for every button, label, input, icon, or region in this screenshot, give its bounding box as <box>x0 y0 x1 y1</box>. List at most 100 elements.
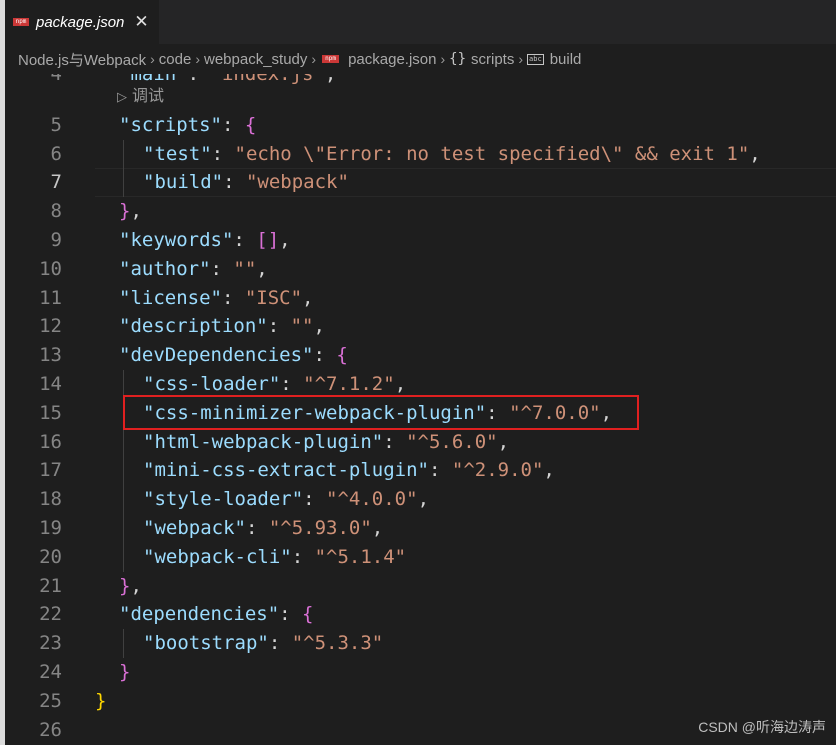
code-token: "index.js" <box>210 74 325 85</box>
code-line[interactable]: 7 "build": "webpack" <box>5 168 836 198</box>
code-token: : <box>313 344 337 367</box>
code-line[interactable]: 8}, <box>5 197 836 226</box>
code-token: "html-webpack-plugin" <box>143 430 384 453</box>
code-token: "" <box>290 315 314 338</box>
code-token: , <box>394 373 407 395</box>
code-token: "test" <box>143 142 212 165</box>
code-line[interactable]: 25} <box>5 687 836 716</box>
line-number: 18 <box>39 488 62 511</box>
code-line[interactable]: 11 "license": "ISC", <box>5 284 836 313</box>
code-token: : <box>303 488 327 511</box>
code-token: "dependencies" <box>119 603 280 626</box>
code-line[interactable]: 19 "webpack": "^5.93.0", <box>5 514 836 543</box>
code-token: "main" <box>119 74 188 85</box>
code-token: , <box>497 430 510 453</box>
line-number: 23 <box>39 632 62 655</box>
indent-guide <box>123 139 124 169</box>
code-text: "description": "", <box>119 312 325 341</box>
line-number: 17 <box>39 459 62 482</box>
code-text: "html-webpack-plugin": "^5.6.0", <box>143 428 509 457</box>
indent-guide <box>123 427 124 457</box>
code-text: } <box>119 658 130 687</box>
code-text: "build": "webpack" <box>143 168 349 197</box>
code-token: "" <box>233 257 257 280</box>
code-line[interactable]: 12 "description": "", <box>5 312 836 341</box>
code-token: , <box>543 459 555 482</box>
line-number: 9 <box>50 229 62 251</box>
code-token: "devDependencies" <box>119 344 314 367</box>
line-number: 20 <box>39 545 62 568</box>
line-number: 8 <box>50 200 62 223</box>
code-line[interactable]: 20 "webpack-cli": "^5.1.4" <box>5 542 836 572</box>
line-number: 13 <box>39 344 62 367</box>
debug-codelens-label: 调试 <box>132 88 165 105</box>
code-token: { <box>302 603 314 626</box>
code-line[interactable]: 22 "dependencies": { <box>5 600 836 629</box>
close-icon[interactable]: ✕ <box>134 12 148 32</box>
code-token: , <box>302 286 314 309</box>
code-text: "devDependencies": { <box>119 341 348 370</box>
npm-icon: npm <box>13 18 29 26</box>
debug-codelens[interactable]: ▷ 调试 <box>117 86 164 108</box>
line-number: 25 <box>39 689 62 712</box>
code-token: } <box>119 661 131 683</box>
code-line[interactable]: 5 "scripts": { <box>5 111 836 140</box>
breadcrumb-item-webpack-study[interactable]: webpack_study <box>204 51 307 68</box>
code-line[interactable]: 10 "author": "", <box>5 255 836 284</box>
code-token: "style-loader" <box>143 488 304 511</box>
indent-guide <box>123 629 124 658</box>
code-text: }, <box>119 197 142 226</box>
code-line[interactable]: 9 "keywords": [], <box>5 226 836 255</box>
breadcrumb-item-file[interactable]: package.json <box>348 51 436 68</box>
string-icon: abc <box>527 53 544 65</box>
breadcrumb-item-code[interactable]: code <box>159 51 192 68</box>
code-token: , <box>371 517 384 539</box>
breadcrumb-item-build[interactable]: build <box>550 51 582 68</box>
code-token: "license" <box>119 286 222 309</box>
code-token: : <box>221 286 245 309</box>
line-number: 5 <box>50 113 62 136</box>
code-line[interactable]: 13 "devDependencies": { <box>5 341 836 370</box>
indent-guide <box>123 456 124 486</box>
tab-package-json[interactable]: npm package.json ✕ <box>5 0 159 44</box>
code-token: : <box>211 142 235 165</box>
code-line[interactable]: 16 "html-webpack-plugin": "^5.6.0", <box>5 427 836 457</box>
code-text: "test": "echo \"Error: no test specified… <box>143 140 761 169</box>
code-line[interactable]: 18 "style-loader": "^4.0.0", <box>5 485 836 514</box>
tab-label: package.json <box>36 13 125 31</box>
code-token: "webpack-cli" <box>143 545 292 568</box>
chevron-right-icon: › <box>440 51 446 67</box>
code-line[interactable]: 21}, <box>5 572 836 601</box>
code-line[interactable]: 24} <box>5 658 836 687</box>
indent-guide <box>123 168 124 198</box>
line-number: 7 <box>50 171 62 194</box>
chevron-right-icon: › <box>195 51 200 67</box>
code-token: , <box>324 74 337 85</box>
code-token: "^4.0.0" <box>326 488 418 511</box>
code-text: "author": "", <box>119 255 268 284</box>
code-token: "build" <box>143 171 224 194</box>
code-line[interactable]: 17 "mini-css-extract-plugin": "^2.9.0", <box>5 456 836 486</box>
code-token: , <box>749 142 761 165</box>
code-token: , <box>279 229 291 251</box>
code-token: "^5.3.3" <box>291 632 384 655</box>
code-token: } <box>95 689 107 712</box>
breadcrumb-item-root[interactable]: Node.js与Webpack <box>18 49 146 70</box>
play-icon: ▷ <box>117 89 127 104</box>
code-token: : <box>383 430 407 453</box>
code-token: "^5.93.0" <box>268 517 372 539</box>
code-token: "keywords" <box>119 229 234 251</box>
code-token: , <box>256 257 268 280</box>
code-token: "webpack" <box>245 171 349 194</box>
code-token: : <box>280 373 304 395</box>
line-number: 14 <box>39 373 62 395</box>
code-text: "mini-css-extract-plugin": "^2.9.0", <box>143 456 555 485</box>
code-line[interactable]: 6 "test": "echo \"Error: no test specifie… <box>5 139 836 169</box>
line-number: 24 <box>39 661 62 683</box>
code-token: : <box>245 517 269 539</box>
breadcrumb-item-scripts[interactable]: scripts <box>471 51 514 68</box>
code-token: : <box>221 113 245 136</box>
line-number: 26 <box>39 718 62 741</box>
code-line[interactable]: 23 "bootstrap": "^5.3.3" <box>5 629 836 658</box>
tab-bar: npm package.json ✕ <box>5 0 836 44</box>
